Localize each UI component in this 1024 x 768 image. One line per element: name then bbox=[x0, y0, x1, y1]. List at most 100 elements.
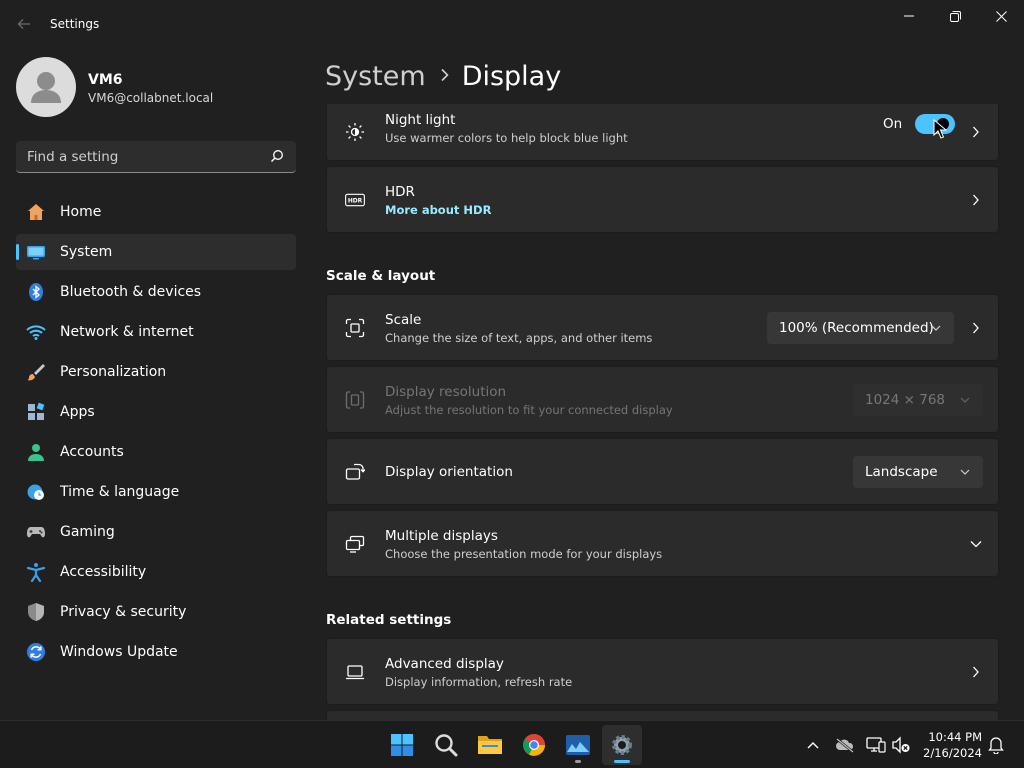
sidebar-item-label: Apps bbox=[60, 404, 95, 420]
night-light-desc: Use warmer colors to help block blue lig… bbox=[385, 131, 628, 145]
sidebar-item-home[interactable]: Home bbox=[16, 194, 296, 230]
brightness-moon-icon bbox=[345, 122, 365, 142]
scale-dropdown[interactable]: 100% (Recommended) bbox=[767, 311, 954, 344]
chevron-right-icon bbox=[968, 320, 984, 336]
search-input[interactable] bbox=[16, 141, 266, 172]
night-light-title: Night light bbox=[385, 112, 456, 128]
chevron-up-icon bbox=[807, 742, 819, 749]
sidebar-item-privacy[interactable]: Privacy & security bbox=[16, 594, 296, 630]
display-resolution-card: Display resolution Adjust the resolution… bbox=[326, 366, 999, 433]
sidebar-item-label: Time & language bbox=[60, 484, 180, 500]
back-arrow-icon bbox=[17, 19, 30, 29]
chevron-down-icon bbox=[931, 325, 941, 331]
sidebar-item-system[interactable]: System bbox=[16, 234, 296, 270]
title-bar: Settings bbox=[0, 0, 1024, 48]
accounts-icon bbox=[26, 442, 46, 462]
restore-icon bbox=[949, 10, 961, 22]
clock-globe-icon bbox=[26, 482, 46, 502]
back-button[interactable] bbox=[12, 10, 36, 38]
active-indicator bbox=[614, 760, 630, 763]
chevron-down-icon bbox=[960, 397, 970, 403]
notification-bell-icon[interactable] bbox=[986, 735, 1006, 755]
taskbar: 10:44 PM 2/16/2024 bbox=[0, 720, 1024, 768]
search-icon[interactable] bbox=[270, 149, 284, 163]
onedrive-offline-icon[interactable] bbox=[835, 735, 855, 755]
file-explorer-button[interactable] bbox=[470, 725, 510, 765]
sidebar-item-windows-update[interactable]: Windows Update bbox=[16, 634, 296, 670]
sidebar-item-apps[interactable]: Apps bbox=[16, 394, 296, 430]
chevron-down-icon[interactable] bbox=[968, 536, 984, 552]
sidebar-item-accounts[interactable]: Accounts bbox=[16, 434, 296, 470]
chevron-right-icon bbox=[968, 124, 984, 140]
scale-card[interactable]: Scale Change the size of text, apps, and… bbox=[326, 294, 999, 361]
advanced-display-card[interactable]: Advanced display Display information, re… bbox=[326, 638, 999, 705]
search-icon bbox=[435, 734, 458, 757]
clock-time[interactable]: 10:44 PM bbox=[920, 730, 982, 744]
multiple-displays-desc: Choose the presentation mode for your di… bbox=[385, 547, 663, 561]
sidebar-item-bluetooth[interactable]: Bluetooth & devices bbox=[16, 274, 296, 310]
sidebar-item-label: Privacy & security bbox=[60, 604, 187, 620]
search-taskbar-button[interactable] bbox=[426, 725, 466, 765]
minimize-button[interactable] bbox=[886, 0, 932, 32]
profile-email: VM6@collabnet.local bbox=[88, 91, 214, 105]
orientation-dropdown[interactable]: Landscape bbox=[853, 455, 983, 488]
start-button[interactable] bbox=[382, 725, 422, 765]
show-hidden-icons-button[interactable] bbox=[803, 735, 823, 755]
hdr-link[interactable]: More about HDR bbox=[385, 203, 491, 217]
resolution-value: 1024 × 768 bbox=[865, 391, 946, 408]
sidebar-item-label: Home bbox=[60, 204, 102, 220]
chevron-down-icon bbox=[960, 469, 970, 475]
sidebar-item-gaming[interactable]: Gaming bbox=[16, 514, 296, 550]
wifi-icon bbox=[26, 322, 46, 342]
scale-desc: Change the size of text, apps, and other… bbox=[385, 331, 653, 345]
breadcrumb-parent[interactable]: System bbox=[325, 61, 426, 92]
sidebar-item-accessibility[interactable]: Accessibility bbox=[16, 554, 296, 590]
night-light-state: On bbox=[883, 116, 903, 132]
sidebar-item-label: Bluetooth & devices bbox=[60, 284, 202, 300]
sidebar-item-label: Windows Update bbox=[60, 644, 178, 660]
multiple-displays-title: Multiple displays bbox=[385, 528, 498, 544]
orientation-title: Display orientation bbox=[385, 464, 513, 480]
sidebar-item-personalization[interactable]: Personalization bbox=[16, 354, 296, 390]
home-icon bbox=[26, 202, 46, 222]
user-silhouette-icon bbox=[31, 72, 61, 103]
volume-muted-icon[interactable] bbox=[891, 735, 911, 755]
chevron-right-icon bbox=[440, 66, 450, 87]
sidebar-item-time-language[interactable]: Time & language bbox=[16, 474, 296, 510]
chrome-icon bbox=[523, 734, 545, 756]
advanced-display-title: Advanced display bbox=[385, 656, 504, 672]
svg-text:HDR: HDR bbox=[348, 198, 363, 204]
multiple-displays-card[interactable]: Multiple displays Choose the presentatio… bbox=[326, 510, 999, 577]
settings-gear-icon bbox=[612, 735, 632, 755]
accessibility-icon bbox=[26, 562, 46, 582]
multiple-displays-icon bbox=[345, 534, 365, 554]
mouse-cursor-icon bbox=[933, 119, 947, 139]
hdr-card[interactable]: HDR HDR More about HDR bbox=[326, 166, 999, 233]
night-light-card[interactable]: Night light Use warmer colors to help bl… bbox=[326, 104, 999, 161]
restore-button[interactable] bbox=[932, 0, 978, 32]
close-button[interactable] bbox=[978, 0, 1024, 32]
sidebar-nav: Home System Bluetooth & devices Network … bbox=[16, 194, 296, 674]
chrome-button[interactable] bbox=[514, 725, 554, 765]
display-orientation-card[interactable]: Display orientation Landscape bbox=[326, 438, 999, 505]
clock-date[interactable]: 2/16/2024 bbox=[920, 746, 982, 760]
settings-taskbar-button[interactable] bbox=[602, 725, 642, 765]
orientation-value: Landscape bbox=[865, 463, 938, 480]
app-title: Settings bbox=[50, 17, 100, 31]
brush-icon bbox=[26, 362, 46, 382]
scale-title: Scale bbox=[385, 312, 422, 328]
avatar[interactable] bbox=[16, 57, 76, 117]
network-icon[interactable] bbox=[866, 735, 886, 755]
photos-app-button[interactable] bbox=[558, 725, 598, 765]
sidebar-item-network[interactable]: Network & internet bbox=[16, 314, 296, 350]
sidebar-item-label: Network & internet bbox=[60, 324, 194, 340]
sidebar-item-label: Gaming bbox=[60, 524, 115, 540]
apps-icon bbox=[26, 402, 46, 422]
bluetooth-icon bbox=[26, 282, 46, 302]
search-box[interactable] bbox=[16, 141, 296, 173]
sidebar-item-label: System bbox=[60, 244, 113, 260]
image-app-icon bbox=[566, 735, 590, 755]
next-card-partial[interactable] bbox=[326, 710, 999, 720]
orientation-icon bbox=[345, 462, 365, 482]
page-title: Display bbox=[461, 60, 562, 92]
